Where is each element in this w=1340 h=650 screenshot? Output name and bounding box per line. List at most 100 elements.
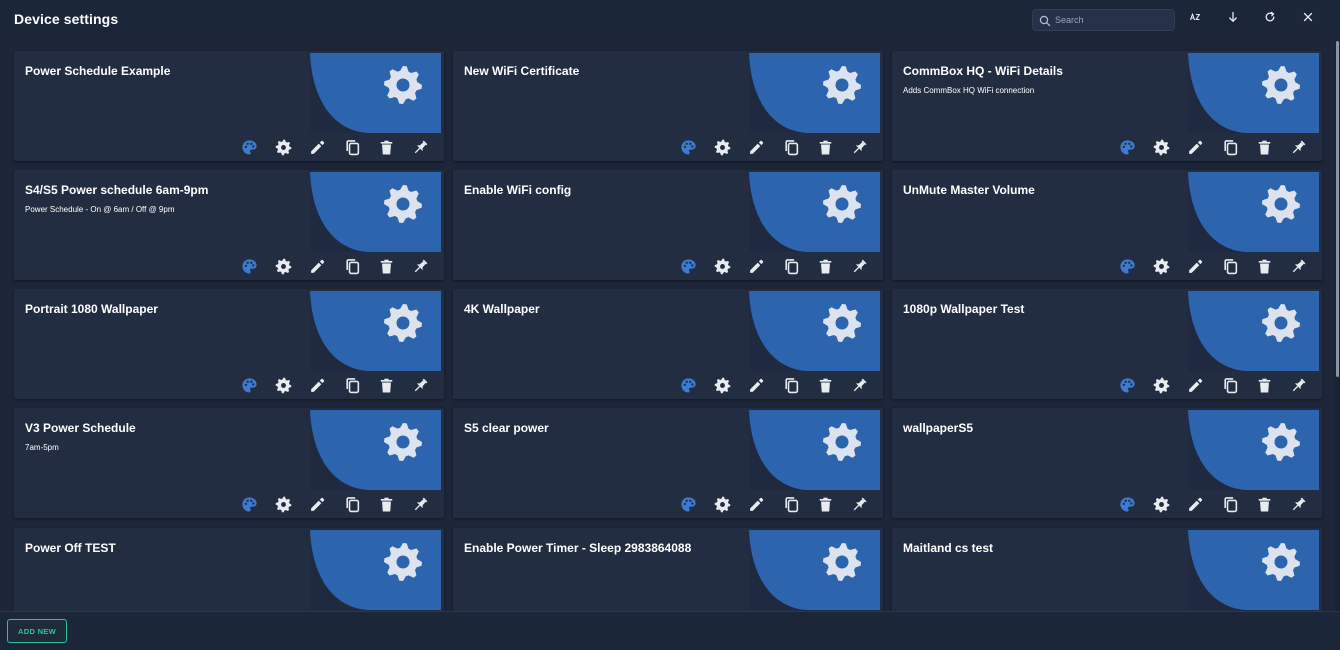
copy-button[interactable] — [1220, 256, 1240, 276]
setting-card[interactable]: 4K Wallpaper — [453, 289, 883, 399]
search-input[interactable] — [1055, 12, 1169, 28]
trash-button[interactable] — [815, 137, 835, 157]
setting-card[interactable]: wallpaperS5 — [892, 408, 1322, 518]
pencil-button[interactable] — [746, 137, 766, 157]
trash-button[interactable] — [815, 375, 835, 395]
setting-card[interactable]: Maitland cs test — [892, 528, 1322, 611]
setting-card[interactable]: Enable Power Timer - Sleep 2983864088 — [453, 528, 883, 611]
trash-button[interactable] — [815, 494, 835, 514]
gear-button[interactable] — [273, 494, 293, 514]
copy-button[interactable] — [781, 256, 801, 276]
refresh-button[interactable] — [1262, 11, 1278, 27]
download-button[interactable] — [1225, 11, 1241, 27]
pencil-button[interactable] — [307, 256, 327, 276]
pencil-button[interactable] — [1185, 137, 1205, 157]
pencil-icon — [748, 496, 765, 513]
palette-button[interactable] — [239, 494, 259, 514]
copy-button[interactable] — [1220, 137, 1240, 157]
gear-button[interactable] — [712, 375, 732, 395]
pin-button[interactable] — [1288, 494, 1308, 514]
pin-button[interactable] — [410, 375, 430, 395]
palette-button[interactable] — [1117, 494, 1137, 514]
trash-button[interactable] — [376, 375, 396, 395]
add-new-button[interactable]: ADD NEW — [7, 619, 67, 643]
pencil-button[interactable] — [1185, 375, 1205, 395]
trash-button[interactable] — [376, 137, 396, 157]
copy-button[interactable] — [1220, 494, 1240, 514]
palette-button[interactable] — [239, 375, 259, 395]
palette-button[interactable] — [239, 137, 259, 157]
setting-card[interactable]: 1080p Wallpaper Test — [892, 289, 1322, 399]
gear-button[interactable] — [273, 375, 293, 395]
palette-button[interactable] — [1117, 137, 1137, 157]
gear-button[interactable] — [712, 137, 732, 157]
refresh-icon — [1264, 10, 1276, 28]
setting-card[interactable]: UnMute Master Volume — [892, 170, 1322, 280]
palette-button[interactable] — [678, 256, 698, 276]
gear-button[interactable] — [712, 494, 732, 514]
setting-card[interactable]: New WiFi Certificate — [453, 51, 883, 161]
setting-card[interactable]: V3 Power Schedule 7am-5pm — [14, 408, 444, 518]
copy-button[interactable] — [342, 256, 362, 276]
copy-button[interactable] — [342, 494, 362, 514]
gear-button[interactable] — [273, 137, 293, 157]
palette-icon — [680, 258, 697, 275]
pin-button[interactable] — [410, 494, 430, 514]
pin-button[interactable] — [1288, 256, 1308, 276]
copy-button[interactable] — [1220, 375, 1240, 395]
setting-card[interactable]: S4/S5 Power schedule 6am-9pm Power Schedu… — [14, 170, 444, 280]
pencil-button[interactable] — [1185, 494, 1205, 514]
pencil-button[interactable] — [1185, 256, 1205, 276]
pencil-button[interactable] — [746, 256, 766, 276]
setting-card[interactable]: Power Off TEST — [14, 528, 444, 611]
scrollbar-thumb[interactable] — [1336, 41, 1339, 377]
palette-button[interactable] — [678, 137, 698, 157]
gear-button[interactable] — [1151, 256, 1171, 276]
palette-button[interactable] — [1117, 256, 1137, 276]
copy-button[interactable] — [342, 137, 362, 157]
palette-button[interactable] — [1117, 375, 1137, 395]
pin-button[interactable] — [410, 256, 430, 276]
copy-button[interactable] — [342, 375, 362, 395]
pin-button[interactable] — [849, 137, 869, 157]
palette-button[interactable] — [678, 375, 698, 395]
pencil-button[interactable] — [746, 494, 766, 514]
pencil-button[interactable] — [307, 494, 327, 514]
trash-button[interactable] — [376, 494, 396, 514]
trash-button[interactable] — [1254, 494, 1274, 514]
trash-button[interactable] — [1254, 375, 1274, 395]
copy-button[interactable] — [781, 375, 801, 395]
scrollbar[interactable] — [1335, 41, 1340, 611]
gear-button[interactable] — [712, 256, 732, 276]
copy-button[interactable] — [781, 494, 801, 514]
sort-button[interactable] — [1187, 11, 1203, 27]
trash-button[interactable] — [376, 256, 396, 276]
pin-button[interactable] — [849, 375, 869, 395]
pencil-button[interactable] — [746, 375, 766, 395]
gear-button[interactable] — [273, 256, 293, 276]
trash-button[interactable] — [815, 256, 835, 276]
close-button[interactable] — [1300, 11, 1316, 27]
trash-button[interactable] — [1254, 256, 1274, 276]
trash-button[interactable] — [1254, 137, 1274, 157]
pin-button[interactable] — [1288, 375, 1308, 395]
search-icon — [1039, 14, 1051, 27]
pencil-button[interactable] — [307, 137, 327, 157]
copy-button[interactable] — [781, 137, 801, 157]
setting-card[interactable]: Portrait 1080 Wallpaper — [14, 289, 444, 399]
pin-button[interactable] — [410, 137, 430, 157]
setting-card[interactable]: Power Schedule Example — [14, 51, 444, 161]
pin-button[interactable] — [1288, 137, 1308, 157]
pin-button[interactable] — [849, 494, 869, 514]
gear-button[interactable] — [1151, 375, 1171, 395]
search-box[interactable] — [1032, 9, 1175, 31]
palette-button[interactable] — [239, 256, 259, 276]
pencil-button[interactable] — [307, 375, 327, 395]
palette-button[interactable] — [678, 494, 698, 514]
setting-card[interactable]: S5 clear power — [453, 408, 883, 518]
gear-button[interactable] — [1151, 494, 1171, 514]
gear-button[interactable] — [1151, 137, 1171, 157]
setting-card[interactable]: CommBox HQ - WiFi Details Adds CommBox HQ… — [892, 51, 1322, 161]
setting-card[interactable]: Enable WiFi config — [453, 170, 883, 280]
pin-button[interactable] — [849, 256, 869, 276]
